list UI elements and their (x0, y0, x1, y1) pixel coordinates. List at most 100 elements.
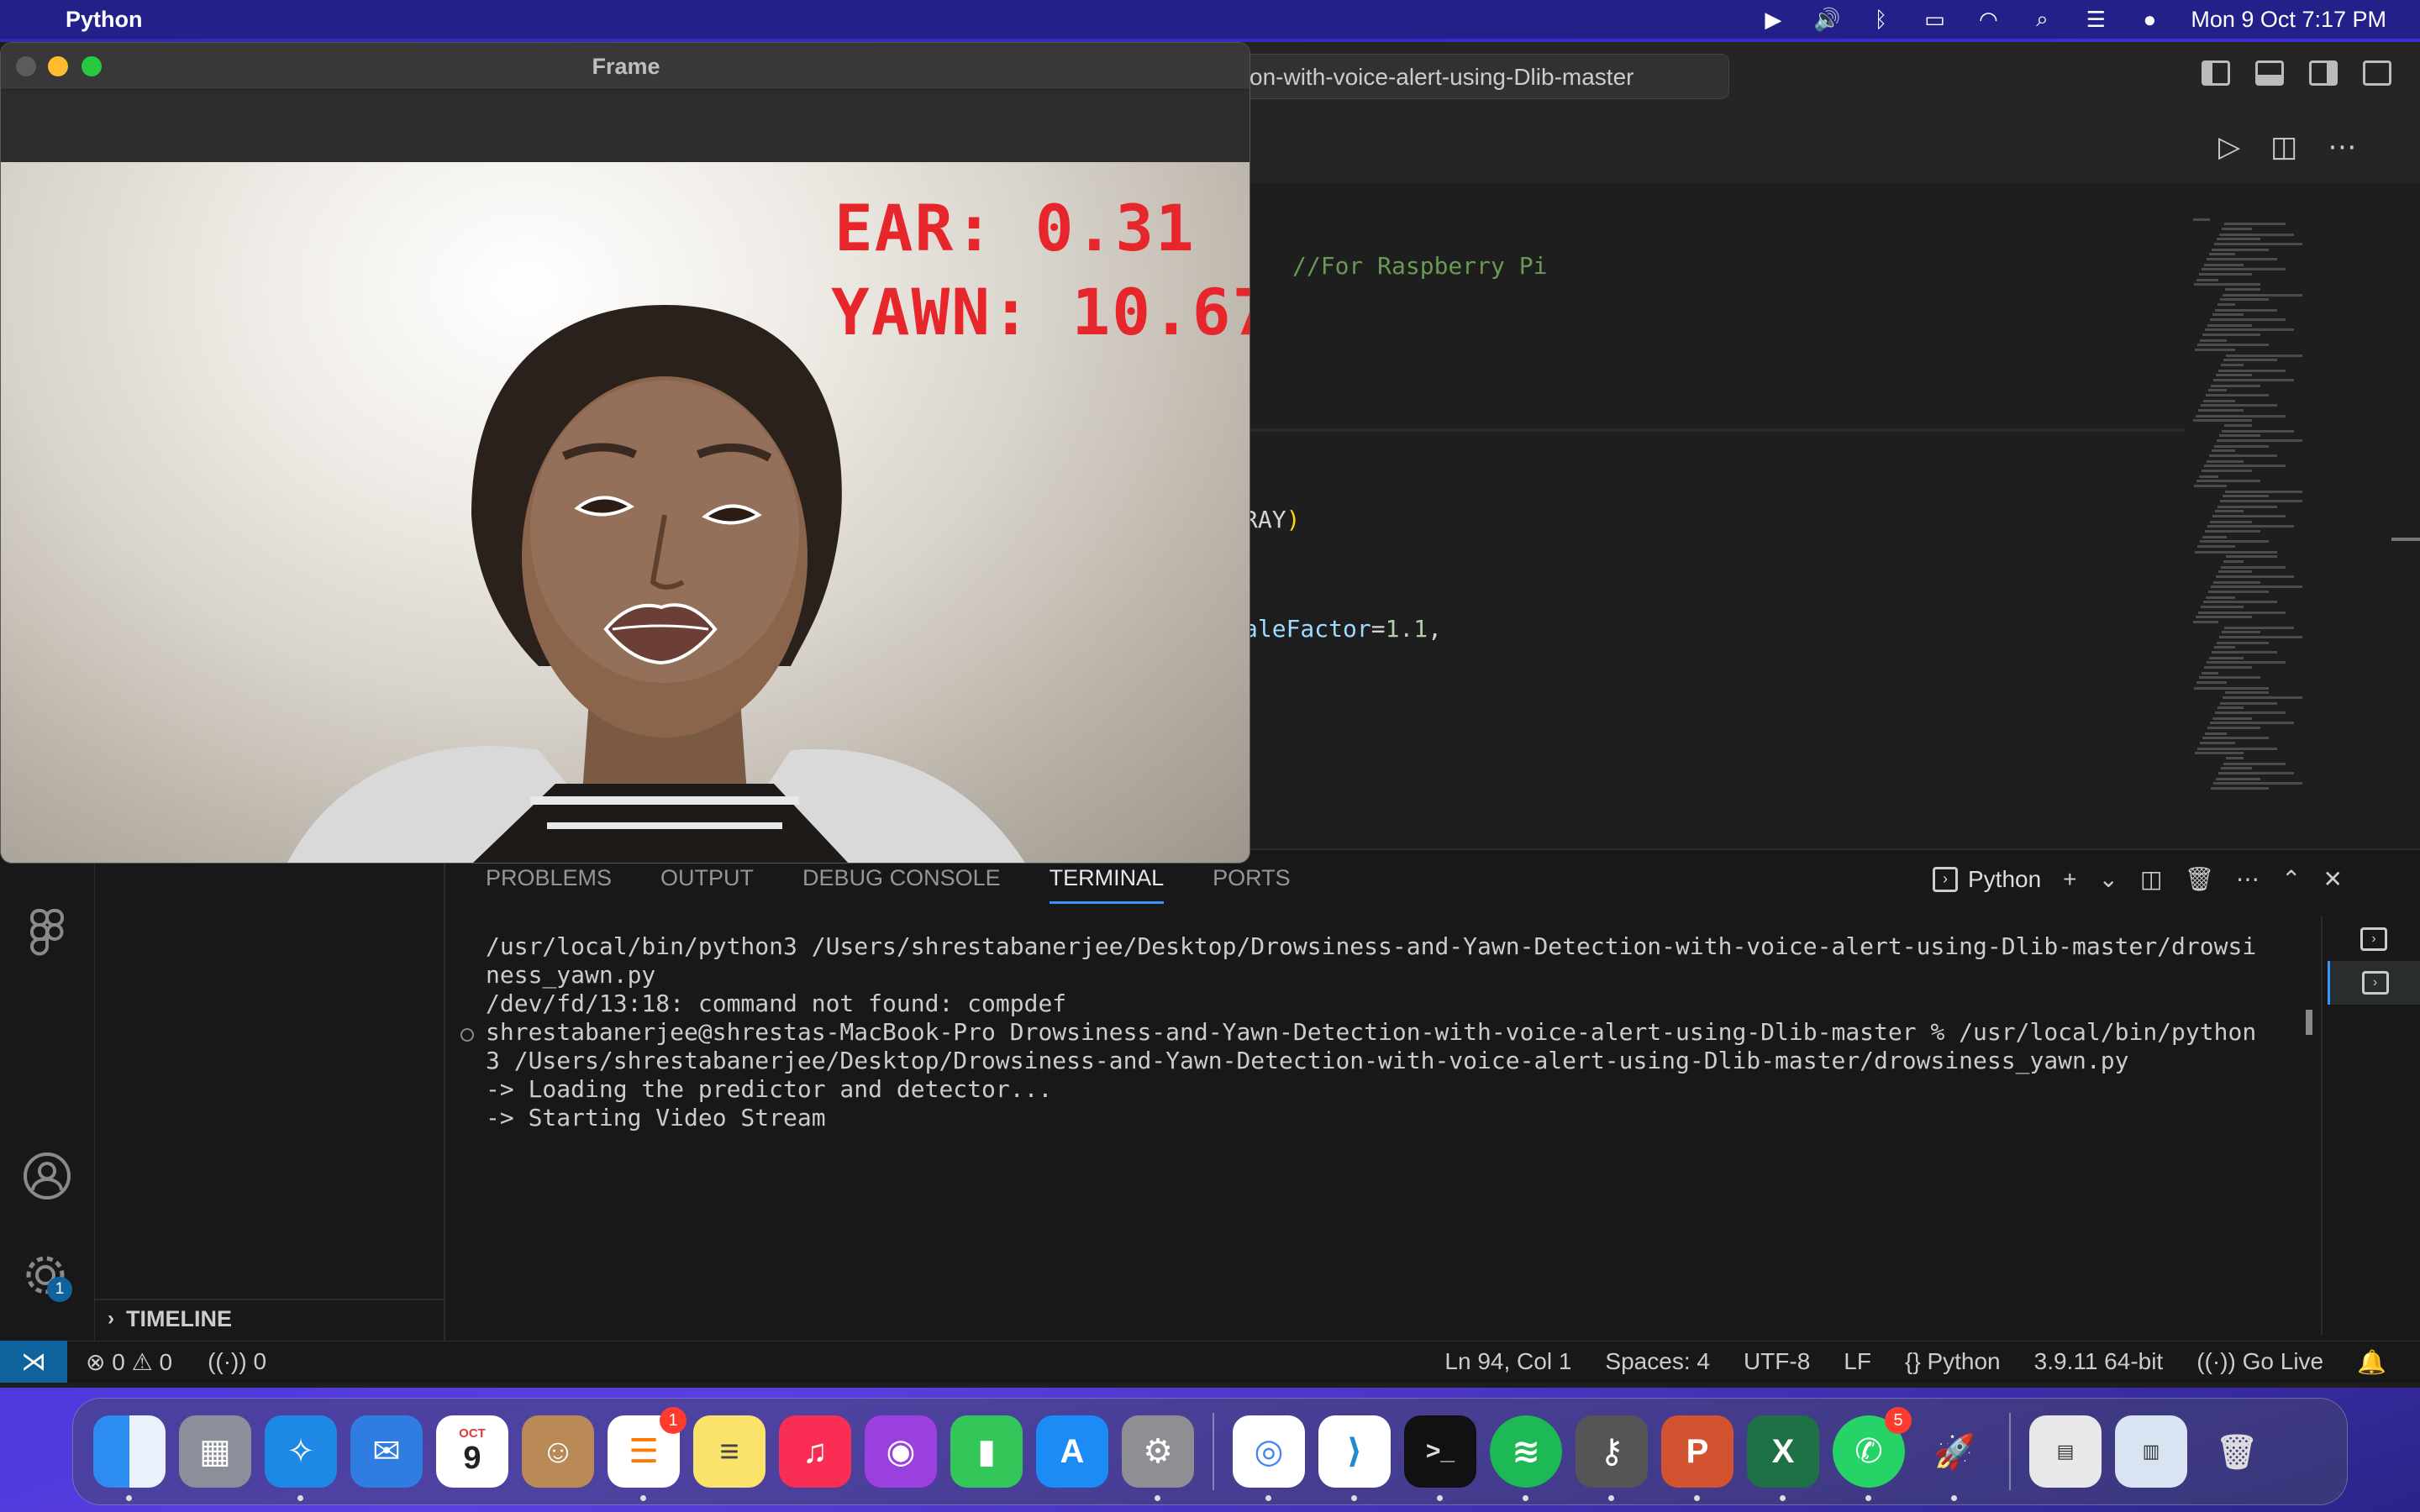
new-terminal-icon[interactable]: + (2063, 866, 2076, 893)
customize-layout-icon[interactable] (2363, 60, 2391, 86)
tab-ports[interactable]: PORTS (1213, 865, 1291, 904)
terminal-list-item[interactable]: › (2328, 917, 2420, 961)
keychain-access-icon[interactable]: ⚷ (1576, 1415, 1648, 1501)
tab-debug-console[interactable]: DEBUG CONSOLE (802, 865, 1001, 904)
minimap-line (2197, 545, 2235, 548)
code-param: aleFactor (1244, 615, 1371, 643)
trash-bin-icon[interactable]: 🗑 (2201, 1415, 2273, 1488)
indentation[interactable]: Spaces: 4 (1605, 1348, 1710, 1375)
figma-icon[interactable] (29, 907, 66, 958)
remote-indicator-icon[interactable]: ⋊ (0, 1341, 67, 1383)
terminal-output[interactable]: /usr/local/bin/python3 /Users/shrestaban… (486, 932, 2317, 1132)
minimap-line (2193, 621, 2218, 623)
minimap-line (2206, 596, 2235, 599)
braces-icon: {} (1904, 1348, 1921, 1374)
explorer-sidebar (94, 848, 445, 1341)
ports-status[interactable]: ((·)) 0 (208, 1348, 266, 1375)
numbers-icon[interactable]: ▮ (950, 1415, 1023, 1488)
podcasts-icon[interactable]: ◉ (865, 1415, 937, 1488)
minimap-line (2207, 525, 2294, 528)
go-live-button[interactable]: ((·)) Go Live (2196, 1348, 2323, 1375)
minimap-line (2208, 591, 2269, 593)
system-settings-icon[interactable]: ⚙ (1122, 1415, 1194, 1501)
calendar-icon[interactable]: OCT 9 (436, 1415, 508, 1488)
tab-output[interactable]: OUTPUT (660, 865, 754, 904)
encoding[interactable]: UTF-8 (1744, 1348, 1810, 1375)
chrome-icon[interactable]: ◎ (1233, 1415, 1305, 1501)
minimap-line (2199, 475, 2218, 478)
manage-gear-icon[interactable]: 1 (22, 1252, 72, 1302)
excel-icon[interactable]: X (1747, 1415, 1819, 1501)
volume-icon[interactable]: 🔊 (1813, 7, 1840, 32)
trash-icon[interactable]: 🗑 (2184, 865, 2214, 893)
menubar-clock[interactable]: Mon 9 Oct 7:17 PM (2191, 7, 2386, 33)
run-python-file-icon[interactable]: ▷ (2218, 130, 2240, 164)
active-app-name[interactable]: Python (66, 7, 143, 33)
notes-icon[interactable]: ≡ (693, 1415, 765, 1488)
timeline-label: TIMELINE (126, 1305, 232, 1331)
minimap-line (2212, 515, 2286, 517)
language-mode[interactable]: {} Python (1905, 1348, 2001, 1375)
launchpad-icon[interactable]: ▦ (179, 1415, 251, 1488)
python-interpreter[interactable]: 3.9.11 64-bit (2034, 1348, 2164, 1375)
toggle-panel-icon[interactable] (2255, 60, 2284, 86)
terminal-app-icon[interactable]: >_ (1404, 1415, 1476, 1501)
terminal-profile[interactable]: › Python (1933, 866, 2041, 893)
minimap-line (2209, 253, 2235, 255)
split-terminal-icon[interactable]: ◫ (2140, 865, 2162, 893)
command-center-search[interactable]: on-with-voice-alert-using-Dlib-master (1227, 54, 1729, 99)
cursor-position[interactable]: Ln 94, Col 1 (1444, 1348, 1571, 1375)
downloads-stack-icon[interactable]: ▥ (2115, 1415, 2187, 1488)
bluetooth-icon[interactable]: ᛒ (1868, 7, 1893, 32)
safari-icon[interactable]: ✧ (265, 1415, 337, 1501)
control-center-icon[interactable]: ☰ (2083, 7, 2108, 32)
terminal-list-item-active[interactable]: › (2328, 961, 2420, 1005)
minimap-line (2199, 273, 2252, 276)
minimap-line (2216, 778, 2260, 780)
minimap-line (2207, 258, 2277, 260)
app-store-icon[interactable]: A (1036, 1415, 1108, 1488)
close-panel-icon[interactable]: ✕ (2323, 865, 2342, 893)
battery-icon[interactable]: ▭ (1922, 7, 1947, 32)
maximize-panel-icon[interactable]: ⌃ (2281, 865, 2301, 893)
command-decoration-icon[interactable] (460, 1028, 474, 1042)
wifi-icon[interactable]: ◠ (1975, 7, 2001, 32)
whatsapp-icon[interactable]: ✆ 5 (1833, 1407, 1912, 1501)
notifications-bell-icon[interactable]: 🔔 (2357, 1348, 2386, 1376)
reminders-icon[interactable]: ☰ 1 (608, 1407, 687, 1501)
python-launcher-icon[interactable]: 🚀 (1918, 1415, 1991, 1501)
split-editor-icon[interactable]: ◫ (2270, 130, 2297, 164)
problems-status[interactable]: ⊗ 0 ⚠ 0 (86, 1348, 172, 1376)
powerpoint-icon[interactable]: P (1661, 1415, 1733, 1501)
more-actions-icon[interactable]: ⋯ (2236, 865, 2260, 893)
editor-minimap[interactable] (2193, 218, 2302, 798)
music-icon[interactable]: ♫ (779, 1415, 851, 1488)
minimap-line (2222, 228, 2252, 230)
end-of-line[interactable]: LF (1844, 1348, 1871, 1375)
menubar: Python ▶ 🔊 ᛒ ▭ ◠ ⌕ ☰ ● Mon 9 Oct 7:17 PM (0, 0, 2420, 39)
minimap-line (2226, 555, 2277, 558)
recent-document-icon[interactable]: ▤ (2029, 1415, 2102, 1488)
minimap-line (2223, 560, 2244, 563)
contacts-icon[interactable]: ☺ (522, 1415, 594, 1488)
more-actions-icon[interactable]: ⋯ (2328, 130, 2356, 164)
spotlight-search-icon[interactable]: ⌕ (2029, 6, 2054, 31)
vscode-icon[interactable]: ⟩ (1318, 1415, 1391, 1501)
siri-icon[interactable]: ● (2137, 7, 2162, 32)
minimap-line (2220, 298, 2269, 301)
error-icon: ⊗ (86, 1348, 106, 1375)
toggle-primary-sidebar-icon[interactable] (2202, 60, 2230, 86)
mail-icon[interactable]: ✉ (350, 1415, 423, 1488)
editor-scrollbar[interactable] (2391, 538, 2420, 541)
chevron-down-icon[interactable]: ⌄ (2099, 865, 2118, 893)
tab-problems[interactable]: PROBLEMS (486, 865, 612, 904)
accounts-icon[interactable] (22, 1151, 72, 1201)
timeline-section-header[interactable]: › TIMELINE (94, 1299, 445, 1337)
spotify-icon[interactable]: ≋ (1490, 1415, 1562, 1501)
now-playing-icon[interactable]: ▶ (1760, 7, 1786, 32)
finder-icon[interactable] (93, 1415, 166, 1501)
toggle-secondary-sidebar-icon[interactable] (2309, 60, 2338, 86)
calendar-month: OCT (459, 1426, 486, 1441)
tab-terminal[interactable]: TERMINAL (1049, 865, 1165, 904)
minimap-line (2223, 696, 2302, 699)
